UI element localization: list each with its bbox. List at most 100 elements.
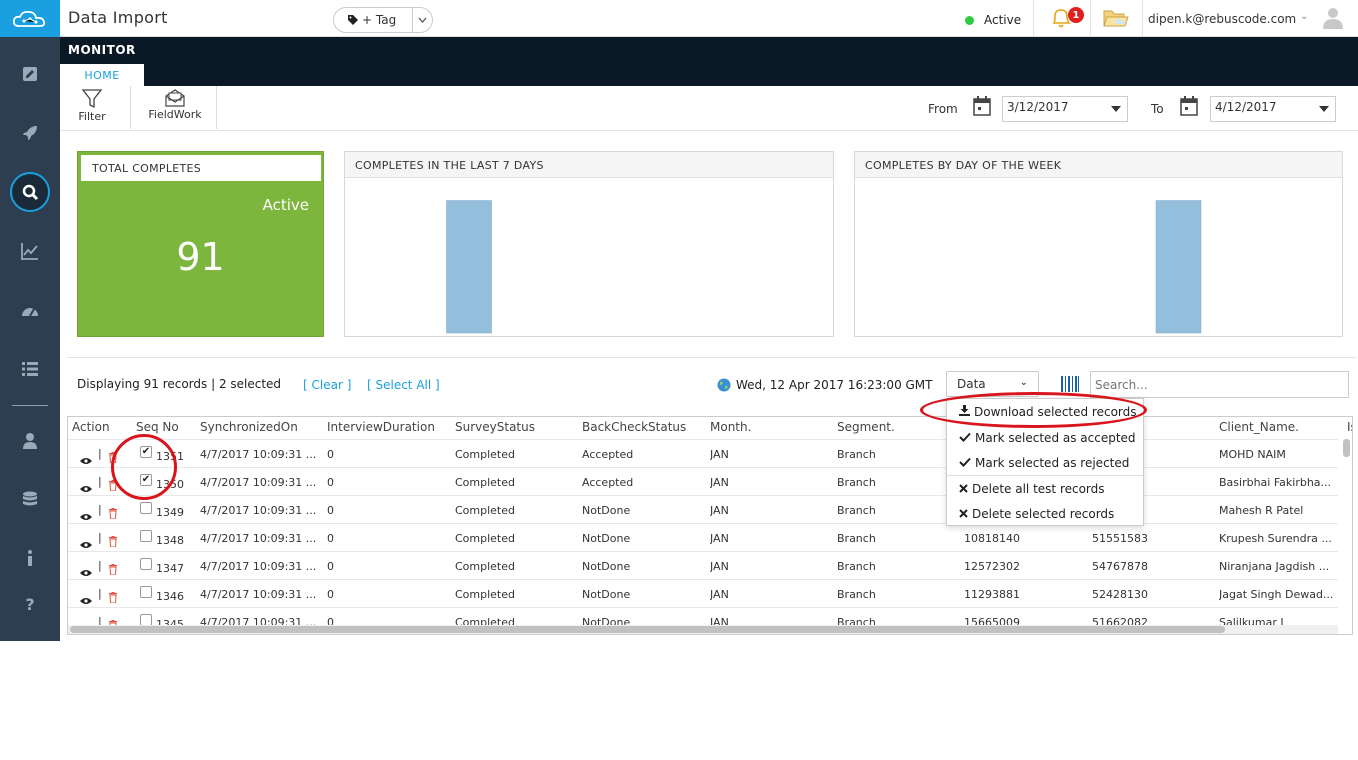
select-all-link[interactable]: [ Select All ]	[367, 378, 440, 392]
delete-record-button[interactable]	[108, 448, 118, 467]
column-header[interactable]: SurveyStatus	[455, 420, 535, 434]
column-header[interactable]: Is	[1347, 420, 1352, 434]
delete-record-button[interactable]	[108, 504, 118, 523]
data-actions-select[interactable]: Data ⌄	[946, 371, 1039, 397]
cell-um: 54767878	[1092, 560, 1148, 573]
row-checkbox[interactable]	[140, 530, 152, 542]
column-header[interactable]: SynchronizedOn	[200, 420, 298, 434]
records-summary: Displaying 91 records | 2 selected	[77, 377, 282, 391]
fieldwork-button[interactable]: FieldWork	[140, 88, 210, 128]
table-row[interactable]: | ✔ 1351 4/7/2017 10:09:31 ... 0 Completed Acc…	[68, 439, 1338, 467]
menu-item-mark-selected-as-rejected[interactable]: Mark selected as rejected	[947, 451, 1143, 475]
tag-button[interactable]: + Tag	[333, 7, 433, 33]
menu-item-label: Download selected records	[974, 405, 1137, 419]
sidebar-item-monitor[interactable]	[0, 172, 60, 212]
menu-item-mark-selected-as-accepted[interactable]: Mark selected as accepted	[947, 426, 1143, 450]
user-email[interactable]: dipen.k@rebuscode.com	[1148, 12, 1296, 26]
horizontal-scrollbar[interactable]	[68, 625, 1338, 634]
search-icon	[10, 172, 50, 212]
trash-icon	[109, 592, 117, 604]
sidebar-item-database[interactable]	[0, 480, 60, 520]
delete-record-button[interactable]	[108, 532, 118, 551]
cell-survey-status: Completed	[455, 560, 515, 573]
current-datetime: Wed, 12 Apr 2017 16:23:00 GMT	[736, 378, 933, 392]
user-menu-chevron-icon[interactable]: ⌄	[1300, 11, 1308, 22]
delete-record-button[interactable]	[108, 476, 118, 495]
status-indicator-dot	[965, 16, 974, 25]
search-input[interactable]	[1090, 371, 1349, 398]
cell-interview-duration: 0	[327, 476, 334, 489]
sidebar-item-info[interactable]	[0, 538, 60, 578]
clear-selection-link[interactable]: [ Clear ]	[303, 378, 351, 392]
sidebar-item-list[interactable]	[0, 349, 60, 389]
table-row[interactable]: | 1347 4/7/2017 10:09:31 ... 0 Completed NotD…	[68, 551, 1338, 579]
app-root: ? Data Import + Tag Active 1 dipen.k@reb…	[0, 0, 1358, 760]
top-bar: Data Import + Tag Active 1 dipen.k@rebus…	[60, 0, 1358, 37]
total-completes-title: TOTAL COMPLETES	[81, 155, 321, 181]
cell-col9: 12572302	[964, 560, 1020, 573]
avatar[interactable]	[1322, 6, 1344, 34]
chevron-down-icon	[418, 17, 427, 23]
tab-home[interactable]: HOME	[60, 64, 144, 86]
toolbar-divider	[130, 86, 131, 129]
from-calendar-button[interactable]	[973, 96, 991, 120]
sidebar-item-dashboard[interactable]	[0, 291, 60, 331]
cell-synchronized-on: 4/7/2017 10:09:31 ...	[200, 476, 317, 489]
status-text: Active	[984, 13, 1022, 27]
chart-title: COMPLETES BY DAY OF THE WEEK	[855, 152, 1342, 178]
row-checkbox[interactable]	[140, 586, 152, 598]
menu-item-delete-all-test-records[interactable]: Delete all test records	[947, 477, 1143, 501]
section-title: MONITOR	[68, 43, 136, 57]
tag-dropdown-toggle[interactable]	[412, 8, 432, 32]
to-date-select[interactable]: 4/12/2017	[1210, 96, 1336, 122]
vertical-scrollbar[interactable]	[1343, 439, 1350, 457]
row-checkbox[interactable]	[140, 502, 152, 514]
barcode-button[interactable]	[1060, 375, 1080, 397]
caret-down-icon	[1319, 106, 1329, 112]
cell-synchronized-on: 4/7/2017 10:09:31 ...	[200, 504, 317, 517]
column-header[interactable]: Segment.	[837, 420, 895, 434]
table-row[interactable]: | 1348 4/7/2017 10:09:31 ... 0 Completed NotD…	[68, 523, 1338, 551]
delete-record-button[interactable]	[108, 588, 118, 607]
folder-button[interactable]	[1103, 7, 1129, 33]
row-checkbox[interactable]: ✔	[140, 474, 152, 486]
menu-item-download-selected-records[interactable]: Download selected records	[947, 400, 1143, 424]
cell-backcheck-status: NotDone	[582, 560, 631, 573]
from-date-select[interactable]: 3/12/2017	[1002, 96, 1128, 122]
sidebar-item-help[interactable]: ?	[0, 584, 60, 624]
chart-bar	[446, 200, 492, 334]
filter-button[interactable]: Filter	[72, 88, 112, 128]
cell-um: 51551583	[1092, 532, 1148, 545]
row-checkbox[interactable]	[140, 558, 152, 570]
column-header[interactable]: Client_Name.	[1219, 420, 1299, 434]
column-header[interactable]: BackCheckStatus	[582, 420, 686, 434]
delete-record-button[interactable]	[108, 560, 118, 579]
cell-month: JAN	[710, 476, 729, 489]
table-row[interactable]: | ✔ 1350 4/7/2017 10:09:31 ... 0 Completed Acc…	[68, 467, 1338, 495]
sidebar-item-edit[interactable]	[0, 54, 60, 94]
row-checkbox[interactable]: ✔	[140, 446, 152, 458]
column-header[interactable]: Seq No	[136, 420, 179, 434]
menu-item-label: Mark selected as rejected	[975, 456, 1130, 470]
horizontal-scrollbar-thumb[interactable]	[70, 626, 1225, 633]
records-table: Action Seq No SynchronizedOn InterviewDurat…	[67, 416, 1353, 635]
column-header[interactable]: Action	[72, 420, 110, 434]
to-label: To	[1151, 102, 1164, 116]
menu-item-delete-selected-records[interactable]: Delete selected records	[947, 502, 1143, 526]
sidebar-item-users[interactable]	[0, 421, 60, 461]
sidebar-item-launch[interactable]	[0, 113, 60, 153]
app-logo[interactable]	[0, 0, 60, 37]
cloud-logo-icon	[12, 10, 46, 27]
topbar-divider	[1033, 0, 1034, 37]
table-row[interactable]: | 1349 4/7/2017 10:09:31 ... 0 Completed NotD…	[68, 495, 1338, 523]
cell-survey-status: Completed	[455, 532, 515, 545]
column-header[interactable]: Month.	[710, 420, 751, 434]
folder-icon	[1103, 10, 1129, 27]
column-header[interactable]: InterviewDuration	[327, 420, 435, 434]
topbar-divider	[1142, 0, 1143, 37]
to-calendar-button[interactable]	[1180, 96, 1198, 120]
svg-text:?: ?	[25, 595, 34, 614]
trash-icon	[109, 564, 117, 576]
sidebar-item-analytics[interactable]	[0, 231, 60, 271]
table-row[interactable]: | 1346 4/7/2017 10:09:31 ... 0 Completed NotD…	[68, 579, 1338, 607]
